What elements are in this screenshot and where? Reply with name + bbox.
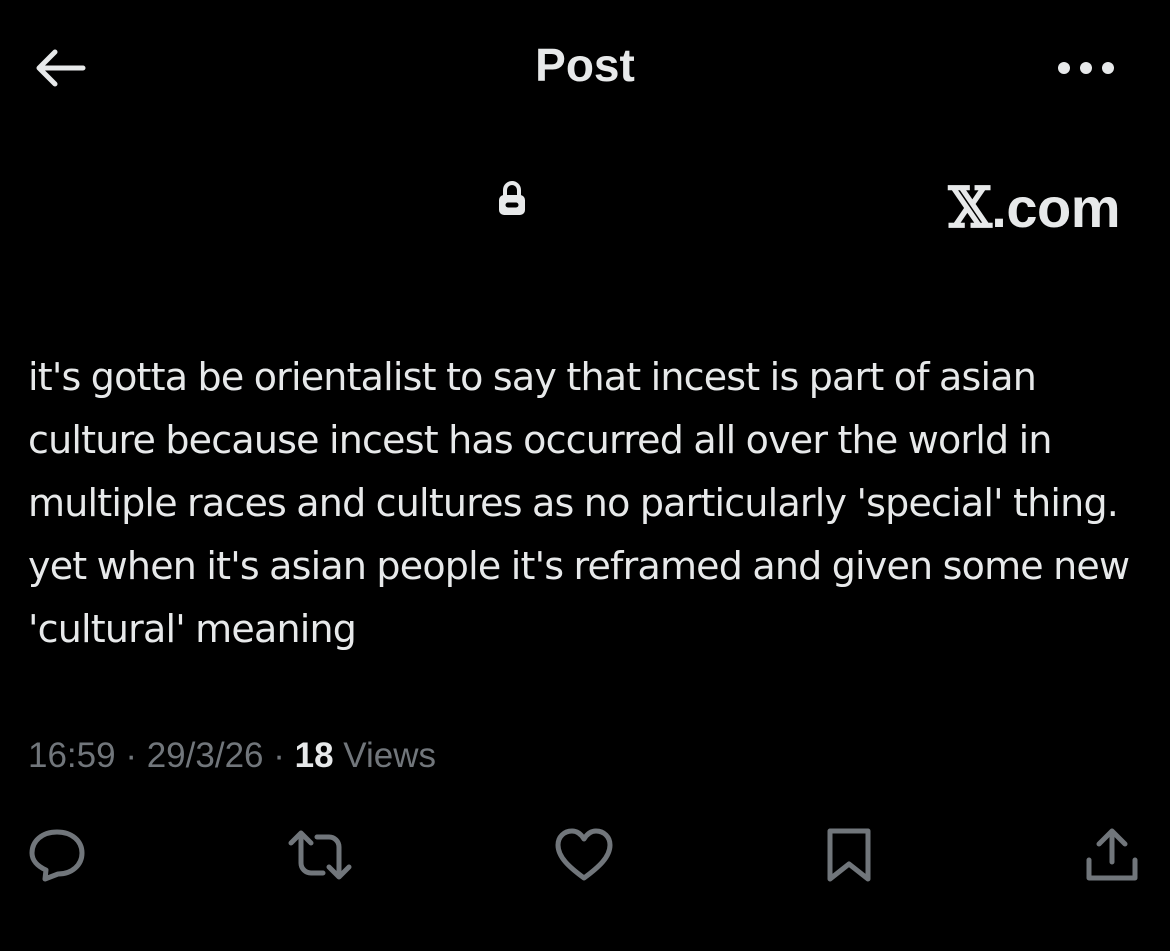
- x-com-watermark: 𝕏.com: [948, 180, 1120, 237]
- like-button[interactable]: [549, 820, 619, 890]
- repost-icon: [288, 830, 352, 880]
- heart-icon: [555, 828, 613, 881]
- arrow-left-icon: [36, 49, 86, 87]
- bookmark-button[interactable]: [814, 820, 884, 890]
- more-options-button[interactable]: [1050, 40, 1122, 96]
- views-label: Views: [343, 736, 437, 775]
- action-bar: [0, 820, 1170, 890]
- repost-button[interactable]: [285, 820, 355, 890]
- x-logo: 𝕏: [948, 175, 992, 241]
- domain-suffix: .com: [991, 176, 1120, 239]
- meta-separator: ·: [273, 736, 285, 775]
- post-text: it's gotta be orientalist to say that in…: [28, 355, 1130, 651]
- post-meta: 16:59 · 29/3/26 · 18 Views: [28, 736, 436, 776]
- share-icon: [1086, 828, 1138, 881]
- share-button[interactable]: [1077, 820, 1147, 890]
- more-horizontal-icon: [1058, 62, 1114, 74]
- post-header: Post: [0, 0, 1170, 135]
- page-title: Post: [535, 39, 635, 91]
- meta-separator: ·: [125, 736, 137, 775]
- lock-icon: [496, 180, 528, 216]
- reply-button[interactable]: [22, 820, 92, 890]
- bookmark-icon: [827, 828, 871, 882]
- views-count: 18: [294, 736, 334, 775]
- reply-icon: [29, 829, 85, 882]
- post-time: 16:59: [28, 736, 116, 775]
- post-date: 29/3/26: [146, 736, 264, 775]
- back-button[interactable]: [28, 40, 92, 96]
